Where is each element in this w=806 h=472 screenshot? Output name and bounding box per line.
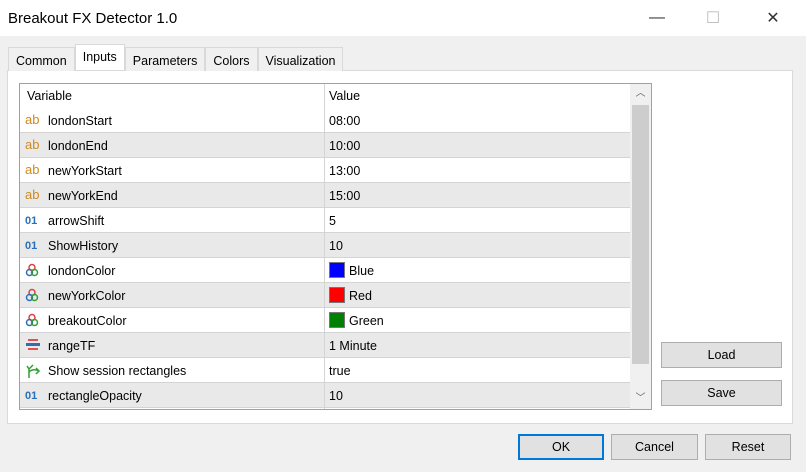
column-header-variable[interactable]: Variable bbox=[27, 89, 72, 103]
color-icon bbox=[25, 288, 41, 302]
value-text: true bbox=[329, 364, 351, 378]
variable-name: newYorkStart bbox=[48, 164, 122, 178]
value-text: 10 bbox=[329, 239, 343, 253]
tab-parameters[interactable]: Parameters bbox=[124, 47, 206, 71]
color-icon bbox=[25, 263, 41, 277]
table-row[interactable]: ab londonStart 08:00 bbox=[20, 108, 630, 133]
inputs-grid: Variable Value ab londonStart 08:00 ab lo… bbox=[19, 83, 652, 410]
scroll-down-icon[interactable]: ﹀ bbox=[630, 389, 651, 409]
variable-name: breakoutColor bbox=[48, 314, 127, 328]
string-icon: ab bbox=[25, 187, 40, 202]
value-text: 08:00 bbox=[329, 114, 361, 128]
variable-value[interactable]: 10:00 bbox=[329, 139, 360, 153]
variable-value[interactable]: 13:00 bbox=[329, 164, 360, 178]
ok-button[interactable]: OK bbox=[518, 434, 604, 460]
string-icon: ab bbox=[25, 162, 40, 177]
variable-value[interactable]: 5 bbox=[329, 214, 336, 228]
variable-name: londonEnd bbox=[48, 139, 108, 153]
integer-icon: 01 bbox=[25, 390, 38, 402]
integer-icon: 01 bbox=[25, 240, 38, 252]
maximize-button[interactable]: ☐ bbox=[690, 0, 736, 36]
variable-value[interactable]: 1 Minute bbox=[329, 339, 377, 353]
table-row[interactable]: newYorkColor Red bbox=[20, 283, 630, 308]
grid-header: Variable Value bbox=[20, 84, 630, 108]
value-text: 10:00 bbox=[329, 139, 361, 153]
save-button[interactable]: Save bbox=[661, 380, 782, 406]
value-text: Red bbox=[349, 289, 372, 303]
value-text: 10 bbox=[329, 389, 343, 403]
table-row[interactable]: ab newYorkStart 13:00 bbox=[20, 158, 630, 183]
string-icon: ab bbox=[25, 112, 40, 127]
table-row[interactable]: breakoutColor Green bbox=[20, 308, 630, 333]
variable-name: londonStart bbox=[48, 114, 112, 128]
color-swatch bbox=[329, 287, 345, 303]
variable-name: arrowShift bbox=[48, 214, 105, 228]
variable-value[interactable]: true bbox=[329, 364, 351, 378]
table-row[interactable]: rangeTF 1 Minute bbox=[20, 333, 630, 358]
color-swatch bbox=[329, 312, 345, 328]
tab-colors[interactable]: Colors bbox=[205, 47, 258, 71]
color-icon bbox=[25, 313, 41, 327]
string-icon: ab bbox=[25, 137, 40, 152]
variable-name: Show session rectangles bbox=[48, 364, 187, 378]
cancel-button[interactable]: Cancel bbox=[611, 434, 698, 460]
minimize-button[interactable]: — bbox=[634, 0, 680, 36]
tab-strip: Common Inputs Parameters Colors Visualiz… bbox=[8, 44, 344, 71]
variable-name: rangeTF bbox=[48, 339, 96, 353]
enum-icon bbox=[25, 338, 41, 352]
variable-name: newYorkEnd bbox=[48, 189, 118, 203]
column-header-value[interactable]: Value bbox=[329, 89, 360, 103]
variable-value[interactable]: 08:00 bbox=[329, 114, 360, 128]
variable-value[interactable]: Red bbox=[329, 287, 372, 303]
scrollbar-thumb[interactable] bbox=[632, 105, 649, 364]
variable-value[interactable]: 10 bbox=[329, 389, 343, 403]
table-row[interactable]: 01 ShowHistory 10 bbox=[20, 233, 630, 258]
scroll-up-icon[interactable]: ︿ bbox=[630, 84, 651, 104]
window-title: Breakout FX Detector 1.0 bbox=[8, 10, 178, 27]
variable-value[interactable]: 10 bbox=[329, 239, 343, 253]
value-text: Blue bbox=[349, 264, 375, 278]
color-swatch bbox=[329, 262, 345, 278]
boolean-icon bbox=[25, 363, 41, 378]
tab-inputs[interactable]: Inputs bbox=[74, 44, 125, 70]
variable-value[interactable]: Green bbox=[329, 312, 384, 328]
close-button[interactable]: ✕ bbox=[750, 0, 796, 36]
tab-common[interactable]: Common bbox=[8, 47, 75, 71]
table-row[interactable]: ab newYorkEnd 15:00 bbox=[20, 183, 630, 208]
value-text: 5 bbox=[329, 214, 336, 228]
table-row[interactable]: ab londonEnd 10:00 bbox=[20, 133, 630, 158]
table-row[interactable]: 01 arrowShift 5 bbox=[20, 208, 630, 233]
variable-name: ShowHistory bbox=[48, 239, 119, 253]
variable-name: rectangleOpacity bbox=[48, 389, 142, 403]
integer-icon: 01 bbox=[25, 215, 38, 227]
load-button[interactable]: Load bbox=[661, 342, 782, 368]
value-text: 1 Minute bbox=[329, 339, 377, 353]
table-row[interactable]: Show session rectangles true bbox=[20, 358, 630, 383]
tab-visualization[interactable]: Visualization bbox=[257, 47, 344, 71]
table-row[interactable]: londonColor Blue bbox=[20, 258, 630, 283]
variable-name: londonColor bbox=[48, 264, 116, 278]
title-bar: Breakout FX Detector 1.0 — ☐ ✕ bbox=[0, 0, 806, 36]
variable-value[interactable]: Blue bbox=[329, 262, 375, 278]
value-text: 15:00 bbox=[329, 189, 361, 203]
reset-button[interactable]: Reset bbox=[705, 434, 791, 460]
value-text: 13:00 bbox=[329, 164, 361, 178]
table-row[interactable]: 01 rectangleOpacity 10 bbox=[20, 383, 630, 408]
variable-name: newYorkColor bbox=[48, 289, 126, 303]
scrollbar[interactable]: ︿ ﹀ bbox=[630, 84, 651, 409]
column-divider bbox=[324, 84, 325, 409]
value-text: Green bbox=[349, 314, 384, 328]
variable-value[interactable]: 15:00 bbox=[329, 189, 360, 203]
